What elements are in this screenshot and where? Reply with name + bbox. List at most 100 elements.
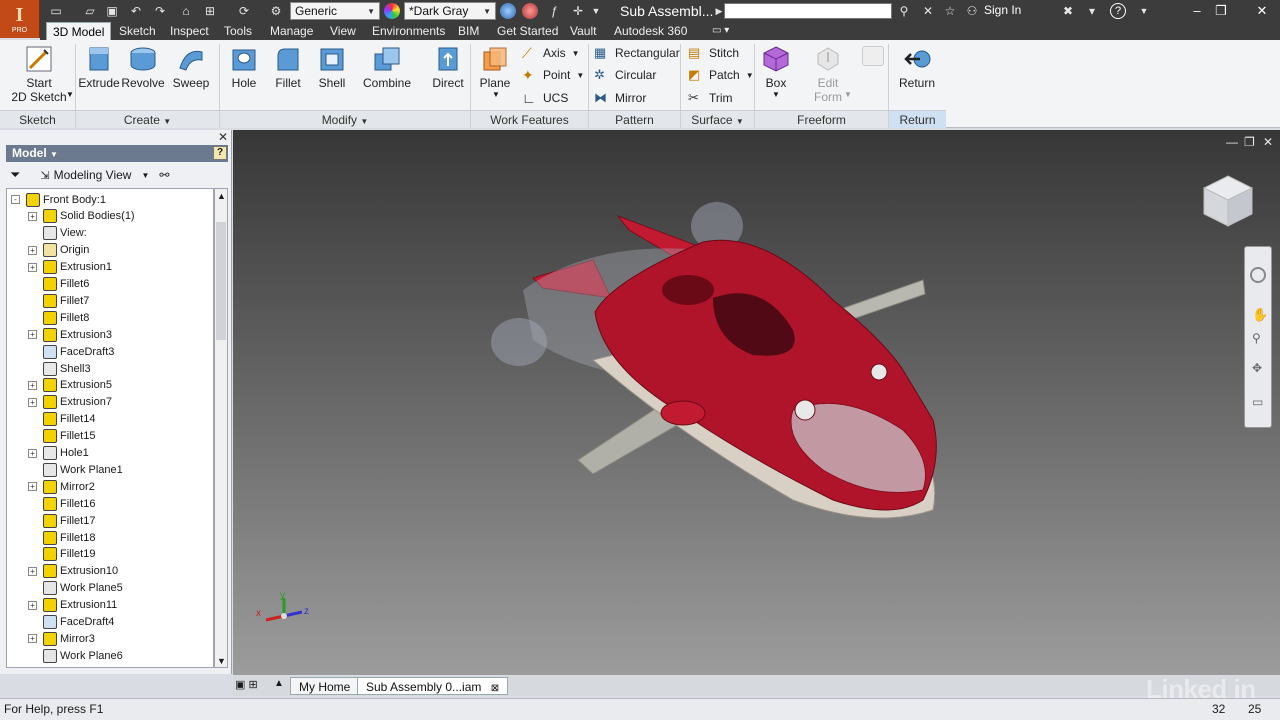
expand-icon[interactable]: +	[28, 482, 37, 492]
tree-item[interactable]: + Mirror2	[28, 478, 95, 495]
expand-icon[interactable]: +	[28, 448, 37, 458]
panel-label-surface[interactable]: Surface ▼	[681, 110, 754, 128]
aircraft-model[interactable]	[233, 130, 1280, 675]
tab-my-home[interactable]: My Home	[290, 677, 360, 695]
tree-item[interactable]: + Hole1	[28, 445, 89, 462]
ribbon-display-toggle-icon[interactable]: ▭ ▾	[706, 22, 735, 40]
return-button[interactable]: Return	[894, 44, 940, 90]
tree-item[interactable]: View:	[28, 225, 87, 242]
tree-item[interactable]: + Extrusion7	[28, 394, 112, 411]
expand-icon[interactable]: +	[28, 211, 37, 221]
tree-item[interactable]: + Extrusion3	[28, 326, 112, 343]
expand-icon[interactable]: +	[28, 380, 37, 390]
open-documents-icon[interactable]: ▲	[274, 678, 284, 689]
graphics-viewport[interactable]	[233, 130, 1280, 675]
tree-item[interactable]: Fillet19	[28, 546, 95, 563]
binoculars-icon[interactable]: ⚲	[896, 3, 912, 19]
expand-icon[interactable]: +	[28, 634, 37, 644]
sweep-button[interactable]: Sweep	[172, 44, 210, 90]
restore-icon[interactable]: ❐	[1244, 135, 1255, 149]
home-icon[interactable]: ⌂	[178, 3, 194, 19]
tree-item[interactable]: Fillet15	[28, 428, 95, 445]
patch-button[interactable]: ◩ Patch ▼	[688, 65, 754, 85]
tree-item[interactable]: Shell3	[28, 360, 91, 377]
browser-header[interactable]: Model ▼	[6, 145, 228, 162]
clear-appearance-icon[interactable]	[500, 3, 516, 19]
tab-autodesk-360[interactable]: Autodesk 360	[608, 22, 693, 40]
scroll-up-icon[interactable]: ▲	[217, 191, 226, 201]
orbit-icon[interactable]: ✥	[1252, 361, 1262, 375]
gear-icon[interactable]: ⚙	[268, 3, 284, 19]
tab-sketch[interactable]: Sketch	[113, 22, 162, 40]
start-2d-sketch-button[interactable]: Start 2D Sketch	[8, 44, 70, 104]
tree-item[interactable]: Fillet14	[28, 411, 95, 428]
open-icon[interactable]: ▱	[82, 3, 98, 19]
tree-item[interactable]: Fillet7	[28, 292, 89, 309]
chevron-down-icon[interactable]: ▼	[66, 90, 74, 99]
restore-icon[interactable]: ❐	[1210, 2, 1232, 20]
tree-item[interactable]: + Extrusion5	[28, 377, 112, 394]
tree-item[interactable]: + Extrusion11	[28, 597, 117, 614]
axis-button[interactable]: ⟋ Axis ▼	[522, 43, 580, 63]
tree-item[interactable]: Fillet17	[28, 512, 95, 529]
expand-icon[interactable]: +	[28, 262, 37, 272]
tree-item[interactable]: FaceDraft3	[28, 343, 114, 360]
panel-label-modify[interactable]: Modify ▼	[220, 110, 470, 128]
material-select[interactable]: Generic ▼	[290, 2, 380, 20]
look-at-icon[interactable]: ▭	[1252, 395, 1263, 409]
communication-icon[interactable]: ✕	[920, 3, 936, 19]
tab-view[interactable]: View	[324, 22, 362, 40]
chevron-down-icon[interactable]: ▼	[141, 171, 149, 180]
mirror-button[interactable]: ⧓ Mirror	[594, 88, 646, 108]
zoom-icon[interactable]: ⚲	[1252, 331, 1261, 345]
panel-label-create[interactable]: Create ▼	[76, 110, 219, 128]
revolve-button[interactable]: Revolve	[121, 44, 165, 90]
sign-in-link[interactable]: Sign In	[984, 3, 1021, 17]
chevron-down-icon[interactable]: ▼	[772, 90, 780, 99]
tree-item[interactable]: FaceDraft4	[28, 614, 114, 631]
ucs-button[interactable]: ∟ UCS	[522, 88, 568, 108]
help-dropdown-icon[interactable]: ▾	[1084, 3, 1100, 19]
minimize-icon[interactable]: –	[1186, 2, 1208, 20]
modeling-view-select[interactable]: Modeling View	[54, 168, 132, 182]
chevron-down-icon[interactable]: ▼	[1136, 3, 1152, 19]
viewcube[interactable]	[1200, 172, 1256, 228]
exchange-apps-icon[interactable]: ✖	[1060, 3, 1076, 19]
trim-button[interactable]: ✂ Trim	[688, 88, 733, 108]
tab-get-started[interactable]: Get Started	[491, 22, 564, 40]
tree-item[interactable]: Fillet16	[28, 495, 95, 512]
undo-icon[interactable]: ↶	[128, 3, 144, 19]
tree-item[interactable]: Fillet6	[28, 276, 89, 293]
plane-button[interactable]: Plane	[476, 44, 514, 90]
point-button[interactable]: ✦ Point ▼	[522, 65, 584, 85]
stitch-button[interactable]: ▤ Stitch	[688, 43, 739, 63]
extrude-button[interactable]: Extrude	[78, 44, 120, 90]
expand-icon[interactable]: +	[28, 566, 37, 576]
tree-item[interactable]: + Origin	[28, 242, 89, 259]
tree-scrollbar-thumb[interactable]	[216, 222, 226, 340]
tree-item[interactable]: Fillet8	[28, 309, 89, 326]
chevron-down-icon[interactable]: ▼	[492, 90, 500, 99]
customize-dropdown-icon[interactable]: ▼	[588, 3, 604, 19]
browser-help-icon[interactable]: ?	[213, 146, 227, 160]
expand-icon[interactable]: +	[28, 245, 37, 255]
tab-inspect[interactable]: Inspect	[164, 22, 215, 40]
fillet-button[interactable]: Fillet	[270, 44, 306, 90]
collapse-icon[interactable]: -	[11, 195, 20, 204]
shell-button[interactable]: Shell	[314, 44, 350, 90]
steering-wheel-icon[interactable]	[1250, 267, 1266, 283]
freeform-tools-icon[interactable]	[862, 46, 884, 66]
appearance-select[interactable]: *Dark Gray ▼	[404, 2, 496, 20]
crosshair-icon[interactable]: ✛	[570, 3, 586, 19]
close-icon[interactable]: ✕	[1263, 135, 1273, 149]
expand-icon[interactable]: +	[28, 397, 37, 407]
function-icon[interactable]: ƒ	[546, 3, 562, 19]
favorites-star-icon[interactable]: ☆	[942, 3, 958, 19]
tab-tools[interactable]: Tools	[218, 22, 258, 40]
tile-windows-icon[interactable]: ▣ ⊞	[235, 678, 258, 691]
select-icon[interactable]: ⊞	[202, 3, 218, 19]
tree-item[interactable]: + Extrusion10	[28, 563, 118, 580]
tree-item[interactable]: + Solid Bodies(1)	[28, 208, 135, 225]
tree-item[interactable]: Fillet18	[28, 529, 95, 546]
search-input[interactable]	[724, 3, 892, 19]
